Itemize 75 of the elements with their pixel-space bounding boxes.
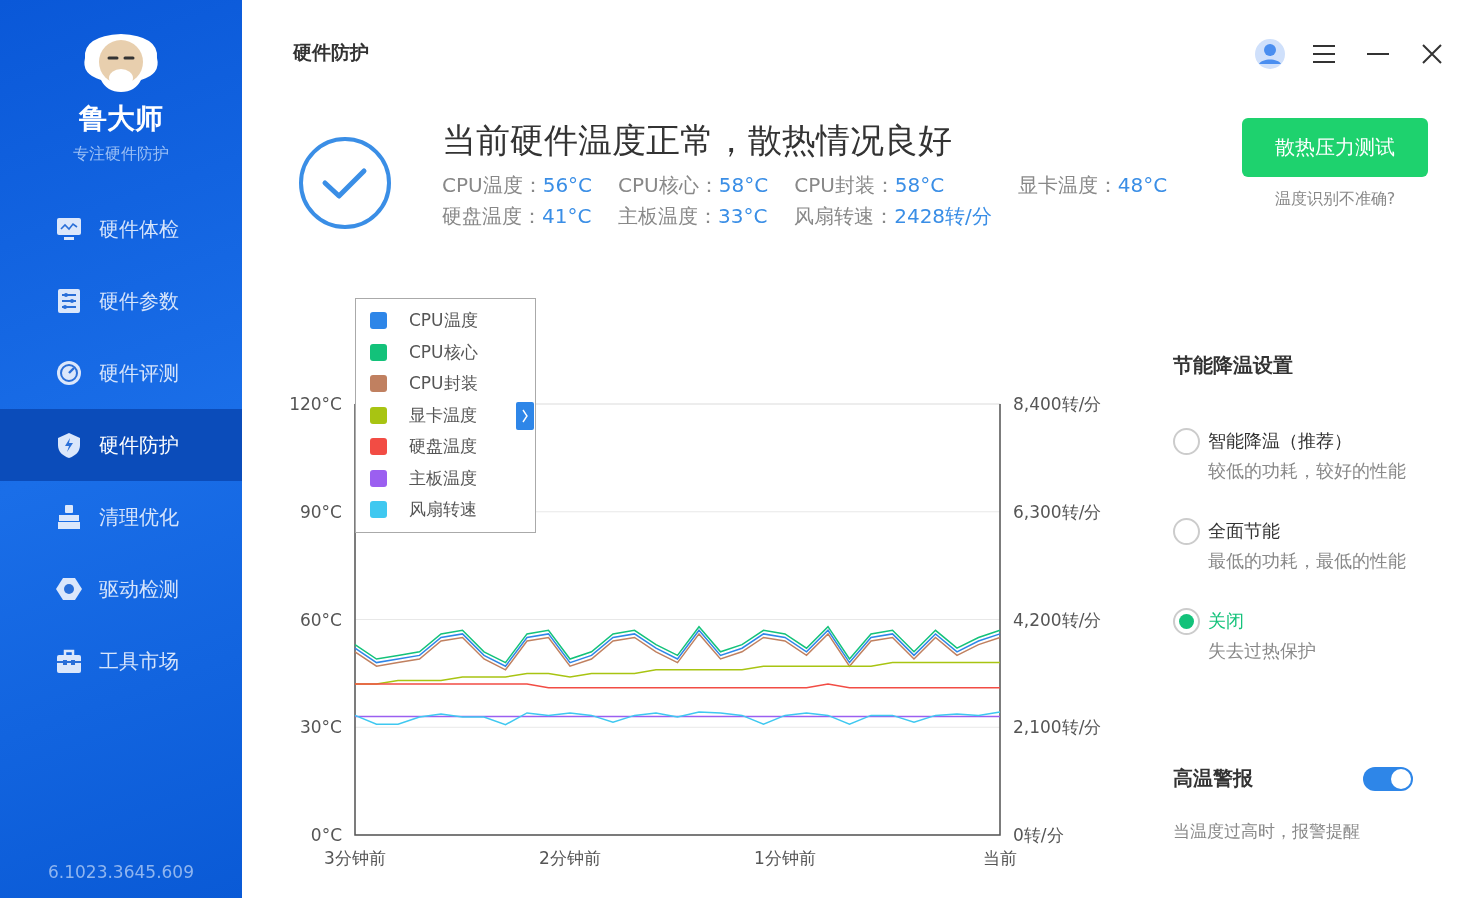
option-label[interactable]: 智能降温（推荐） [1208,429,1406,453]
minimize-icon [1367,53,1389,55]
reading-value: 2428转/分 [894,204,992,228]
status-headline: 当前硬件温度正常，散热情况良好 [442,119,953,162]
axis-label: 0°C [310,825,342,845]
reading-value: 48°C [1117,173,1168,197]
option-note: 较低的功耗，较好的性能 [1208,459,1406,483]
legend-item[interactable]: CPU封装 [370,368,535,400]
chevron-right-icon [520,407,530,425]
axis-label: 60°C [300,609,342,630]
page-title: 硬件防护 [293,40,370,65]
option-note: 失去过热保护 [1208,639,1316,663]
reading-value: 58°C [894,173,945,197]
brand-slogan: 专注硬件防护 [73,144,169,165]
reading-value: 41°C [542,204,592,228]
axis-label: 3分钟前 [324,848,386,868]
axis-label: 8,400转/分 [1013,394,1102,414]
legend-collapse-button[interactable] [516,402,534,430]
shield-icon [55,431,83,459]
reading-value: 33°C [718,204,768,228]
option-note: 最低的功耗，最低的性能 [1208,549,1406,573]
alarm-note: 当温度过高时，报警提醒 [1173,820,1361,843]
axis-label: 当前 [983,848,1017,868]
version-label: 6.1023.3645.609 [48,862,194,882]
axis-label: 30°C [300,717,342,738]
sidebar-item[interactable]: 清理优化 [0,481,242,553]
menu-icon [1313,45,1335,63]
gauge-icon [55,359,83,387]
axis-label: 90°C [300,501,342,522]
legend-item[interactable]: 显卡温度 [370,399,535,431]
accuracy-link[interactable]: 温度识别不准确? [1274,189,1396,210]
avatar-icon [1254,38,1286,70]
reading-label: 硬盘温度： [442,204,542,228]
axis-label: 4,200转/分 [1013,609,1102,630]
monitor-icon [55,215,83,243]
hex-nut-icon [55,575,83,603]
brand-name: 鲁大师 [79,101,163,137]
axis-label: 2分钟前 [539,848,601,868]
sidebar-item[interactable]: 工具市场 [0,625,242,697]
reading-value: 58°C [718,173,769,197]
reading-value: 56°C [542,173,593,197]
brush-icon [55,503,83,531]
axis-label: 120°C [289,394,342,414]
sidebar-item[interactable]: 硬件评测 [0,337,242,409]
sidebar-item[interactable]: 驱动检测 [0,553,242,625]
reading-label: CPU温度： [442,173,543,197]
check-circle-icon [298,136,392,230]
sidebar-item[interactable]: 硬件体检 [0,193,242,265]
sidebar-item[interactable]: 硬件防护 [0,409,242,481]
toolbox-icon [55,647,83,675]
reading-label: CPU核心： [618,173,719,197]
option-label[interactable]: 全面节能 [1208,519,1406,543]
radio-button[interactable] [1173,518,1200,545]
legend-item[interactable]: CPU核心 [370,336,535,368]
avatar-button[interactable] [1254,38,1286,70]
legend-item[interactable]: 风扇转速 [370,494,535,526]
reading-label: 风扇转速： [794,204,895,228]
section-title: 节能降温设置 [1173,352,1294,379]
toggle-switch[interactable] [1363,766,1413,791]
legend-item[interactable]: 主板温度 [370,462,535,494]
sliders-icon [55,287,83,315]
radio-button[interactable] [1173,608,1200,635]
reading-label: CPU封装： [794,173,895,197]
sidebar-item[interactable]: 硬件参数 [0,265,242,337]
reading-label: 主板温度： [618,204,719,228]
axis-label: 1分钟前 [754,848,816,868]
radio-button[interactable] [1173,428,1200,455]
axis-label: 0转/分 [1013,825,1064,845]
section-title: 高温警报 [1173,765,1253,792]
legend-item[interactable]: CPU温度 [370,305,535,337]
close-icon [1422,44,1442,64]
reading-label: 显卡温度： [1017,173,1118,197]
axis-label: 6,300转/分 [1013,501,1102,522]
axis-label: 2,100转/分 [1013,717,1102,738]
legend-item[interactable]: 硬盘温度 [370,431,535,463]
